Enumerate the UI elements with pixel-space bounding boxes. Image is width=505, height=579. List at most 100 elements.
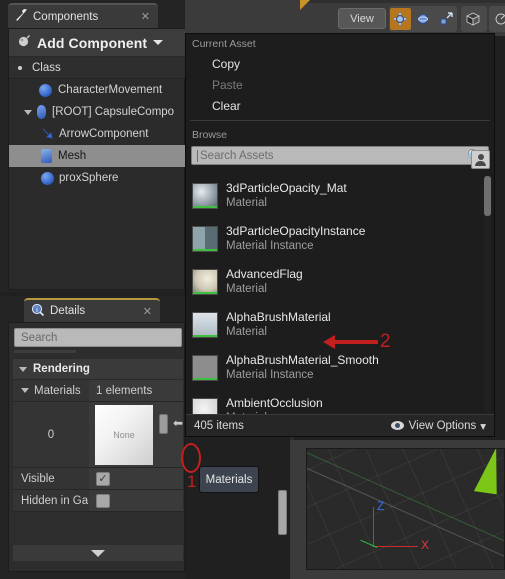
axis-x-line — [373, 546, 418, 547]
components-panel: Components ✕ Add Component Class Charact… — [0, 0, 186, 292]
axis-gizmo: Z X — [355, 499, 429, 559]
camera-speed-group — [489, 6, 505, 32]
snap-cube-icon[interactable] — [462, 8, 484, 30]
material-slot-row: 0 None ⬅ 🔍 ▾ ↷ — [13, 402, 233, 468]
asset-list-item[interactable]: AlphaBrushMaterial_Smooth Material Instan… — [188, 346, 476, 389]
asset-thumbnail — [192, 182, 218, 209]
tree-item-proxsphere[interactable]: proxSphere — [9, 167, 186, 189]
asset-thumbnail — [192, 225, 218, 252]
camera-speed-icon[interactable] — [490, 8, 505, 30]
asset-thumbnail — [192, 268, 218, 295]
snap-tool-group — [461, 6, 487, 32]
tree-item-mesh[interactable]: Mesh — [9, 145, 186, 167]
details-info-icon: i — [31, 303, 45, 320]
visible-value: ✓ — [89, 468, 183, 489]
details-filter-tabs[interactable] — [14, 350, 182, 356]
back-arrow-icon[interactable]: ⬅ — [173, 416, 183, 430]
tab-components[interactable]: Components ✕ — [8, 3, 158, 28]
asset-thumbnail — [192, 354, 218, 381]
tree-item-arrowcomponent[interactable]: ArrowComponent — [9, 123, 186, 145]
asset-list-item[interactable]: AdvancedFlag Material — [188, 260, 476, 303]
axis-x-label: X — [421, 538, 430, 552]
rendering-section-label: Rendering — [33, 363, 90, 375]
sphere-icon — [39, 83, 52, 97]
asset-name: 3dParticleOpacity_Mat — [226, 180, 347, 195]
asset-type: Material — [226, 325, 267, 338]
asset-name: AdvancedFlag — [226, 266, 303, 281]
materials-header-row[interactable]: Materials 1 elements — [13, 380, 183, 402]
rendering-section-header[interactable]: Rendering — [13, 359, 183, 380]
view-options-button[interactable]: View Options ▾ — [390, 419, 486, 433]
asset-type: Material — [226, 282, 267, 295]
tree-item-label: Mesh — [58, 150, 87, 162]
capsule-icon — [37, 105, 46, 119]
scale-tool-icon[interactable] — [435, 8, 456, 30]
menu-divider — [190, 120, 490, 121]
rotate-tool-icon[interactable] — [413, 8, 434, 30]
material-asset-combo-handle[interactable] — [159, 414, 168, 434]
viewport-3d[interactable]: Z X — [306, 448, 505, 570]
asset-list-item[interactable]: 3dParticleOpacity_Mat Material — [188, 174, 476, 217]
visible-checkbox[interactable]: ✓ — [96, 471, 110, 486]
wrench-icon — [14, 8, 28, 25]
details-search-input[interactable]: Search — [14, 328, 182, 347]
tab-details[interactable]: i Details ✕ — [24, 298, 160, 322]
asset-thumbnail — [192, 311, 218, 338]
eye-icon — [390, 421, 404, 430]
hidden-in-game-value: ✓ — [89, 490, 183, 511]
hidden-in-game-property-row[interactable]: Hidden in Ga ✓ — [13, 490, 183, 512]
menu-item-clear[interactable]: Clear — [186, 95, 494, 116]
tree-item-label: CharacterMovement — [58, 84, 163, 96]
asset-name: 3dParticleOpacityInstance — [226, 223, 366, 238]
tree-item-label: [ROOT] CapsuleCompo — [52, 106, 175, 118]
asset-list-scrollbar[interactable] — [484, 176, 491, 416]
class-column-header[interactable]: Class — [9, 57, 186, 79]
asset-list[interactable]: 3dParticleOpacity_Mat Material 3dParticle… — [188, 174, 476, 417]
asset-picker-footer: 405 items View Options ▾ — [186, 414, 494, 436]
collapse-icon — [19, 366, 27, 372]
view-options-label: View Options — [408, 419, 477, 432]
details-scrollbar[interactable] — [278, 490, 287, 535]
tab-details-label: Details — [50, 305, 86, 317]
details-panel: i Details ✕ Search Rendering Materials 1… — [0, 296, 233, 579]
item-count-label: 405 items — [194, 419, 244, 432]
hidden-in-game-label: Hidden in Ga — [13, 490, 89, 511]
current-asset-header: Current Asset — [192, 38, 256, 50]
asset-type: Material Instance — [226, 239, 314, 252]
tree-item-charactermovement[interactable]: CharacterMovement — [9, 79, 186, 101]
close-icon[interactable]: ✕ — [141, 10, 150, 23]
hidden-in-game-checkbox[interactable]: ✓ — [96, 493, 110, 508]
materials-label-cell: Materials — [13, 380, 89, 401]
collapse-icon — [21, 388, 29, 393]
show-all-properties-button[interactable] — [13, 545, 183, 561]
tree-item-label: ArrowComponent — [59, 128, 149, 140]
user-filter-icon[interactable] — [471, 150, 490, 169]
view-button[interactable]: View — [338, 8, 386, 29]
tree-item-capsulecomponent[interactable]: [ROOT] CapsuleCompo — [9, 101, 186, 123]
translate-tool-icon[interactable] — [390, 8, 411, 30]
details-body: Search Rendering Materials 1 elements 0 … — [8, 322, 233, 572]
add-component-button[interactable]: Add Component — [9, 29, 186, 57]
asset-name: AlphaBrushMaterial_Smooth — [226, 352, 379, 367]
material-thumbnail[interactable]: None — [95, 405, 153, 465]
asset-name: AmbientOcclusion — [226, 395, 323, 410]
add-component-icon — [17, 34, 31, 51]
search-assets-input[interactable]: Search Assets 🔍 — [191, 146, 489, 165]
menu-item-copy[interactable]: Copy — [186, 53, 494, 74]
components-body: Add Component Class CharacterMovement [R… — [8, 28, 186, 290]
visible-label: Visible — [13, 468, 89, 489]
close-icon[interactable]: ✕ — [143, 305, 152, 318]
materials-tooltip: Materials — [199, 466, 259, 493]
asset-list-item[interactable]: 3dParticleOpacityInstance Material Instan… — [188, 217, 476, 260]
sphere-icon — [41, 171, 54, 185]
materials-label: Materials — [34, 384, 81, 397]
scrollbar-thumb[interactable] — [484, 176, 491, 216]
asset-list-item-ambientocclusion[interactable]: AmbientOcclusionMaterial — [188, 389, 476, 417]
materials-count: 1 elements — [89, 380, 183, 401]
material-slot-controls: None ⬅ 🔍 ▾ ↷ — [89, 402, 233, 467]
rendering-section: Rendering Materials 1 elements 0 None ⬅ — [13, 359, 233, 512]
expander-icon[interactable] — [21, 105, 35, 119]
arrow-icon — [41, 126, 55, 143]
visible-property-row[interactable]: Visible ✓ — [13, 468, 183, 490]
panel-corner-marker — [300, 0, 310, 10]
